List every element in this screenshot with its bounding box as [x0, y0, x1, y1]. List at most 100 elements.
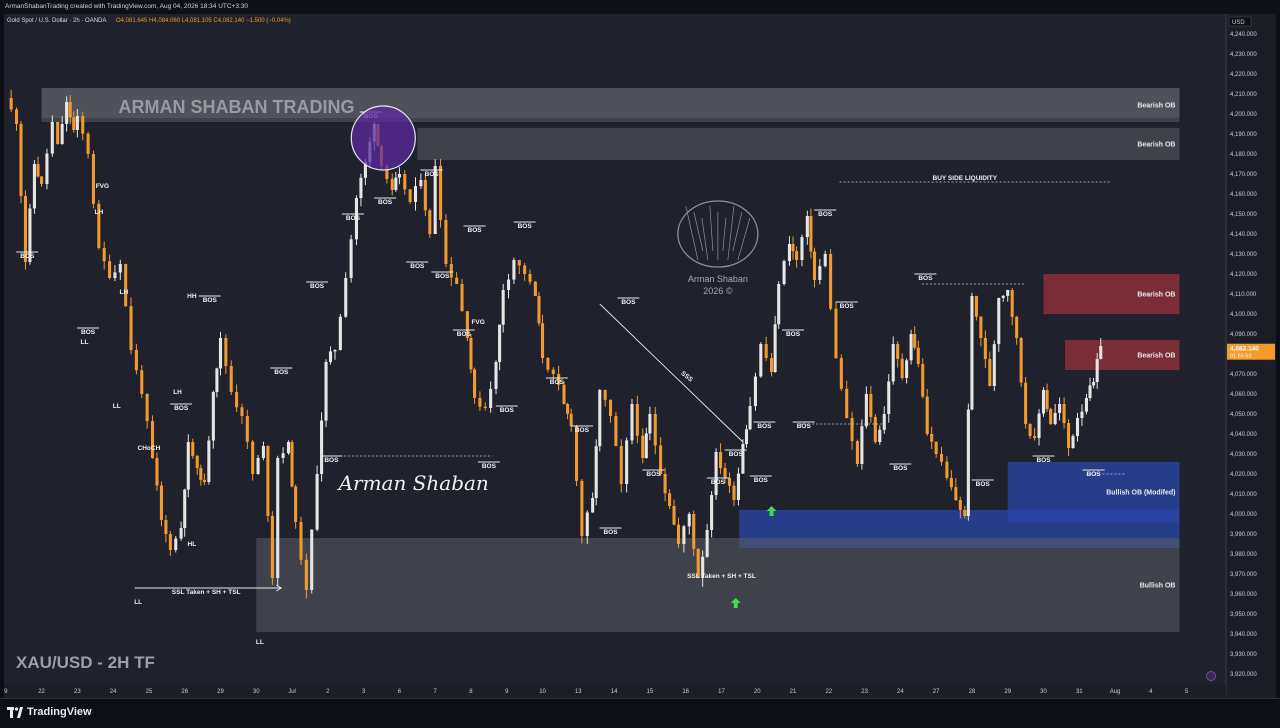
structure-label: LL	[256, 639, 264, 646]
chart-area[interactable]: Bearish OB Bearish OB Bearish OB Bearish OB…	[4, 14, 1276, 698]
price-tag-countdown: 01:55:53	[1230, 354, 1251, 360]
zone-label: Bearish OB	[1137, 103, 1175, 110]
candle-body	[286, 442, 291, 454]
candle-body	[608, 399, 613, 416]
x-tick-label: 24	[897, 689, 904, 695]
candle-body	[40, 176, 44, 184]
candle-body	[102, 248, 106, 262]
candle-body	[818, 266, 822, 280]
candle-body	[672, 506, 676, 525]
candle-body	[349, 239, 353, 278]
y-tick-label: 3,980.000	[1230, 552, 1257, 558]
bos-label: BOS	[786, 331, 801, 338]
candle-body	[191, 442, 195, 456]
bos-label: BOS	[729, 451, 744, 458]
candle-body	[498, 324, 502, 362]
candle-body	[118, 264, 122, 273]
candle-body	[199, 468, 203, 480]
candle-body	[174, 538, 178, 550]
candle-body	[1041, 390, 1046, 414]
y-tick-label: 4,220.000	[1230, 72, 1257, 78]
chart-header: ArmanShabanTrading created with TradingV…	[0, 0, 1280, 14]
alert-marker-icon[interactable]	[1206, 671, 1216, 681]
candle-body	[444, 219, 448, 264]
zone-label: Bullish OB (Modifed)	[1106, 490, 1175, 497]
zone-label: Bearish OB	[1137, 142, 1175, 149]
candle-body	[873, 416, 877, 442]
x-tick-label: 15	[647, 689, 654, 695]
candle-body	[1071, 436, 1075, 448]
x-tick-label: 24	[110, 689, 117, 695]
candle-body	[403, 174, 407, 190]
y-tick-label: 4,000.000	[1230, 512, 1257, 518]
bos-label: BOS	[918, 275, 933, 282]
bos-label: BOS	[621, 299, 636, 306]
candle-body	[215, 368, 219, 392]
candle-body	[523, 265, 527, 274]
candle-body	[719, 452, 723, 469]
currency-label[interactable]: USD	[1232, 20, 1245, 26]
candle-body	[294, 486, 298, 522]
candle-body	[939, 454, 944, 462]
y-tick-label: 3,950.000	[1230, 612, 1257, 618]
candle-body	[882, 414, 886, 430]
candle-body	[501, 290, 505, 325]
candle-body	[19, 124, 23, 197]
x-tick-label: 13	[575, 689, 582, 695]
candle-body	[528, 274, 532, 282]
structure-label: SSL Taken + SH + TSL	[687, 573, 756, 580]
candle-body	[1037, 413, 1041, 438]
bos-label: BOS	[203, 297, 218, 304]
candle-body	[266, 446, 270, 516]
candle-body	[1062, 404, 1066, 424]
price-chart[interactable]: Bearish OB Bearish OB Bearish OB Bearish OB…	[4, 14, 1276, 698]
candle-body	[473, 369, 477, 398]
candle-body	[864, 394, 868, 427]
candle-body	[299, 522, 303, 560]
candle-body	[546, 358, 550, 370]
candle-body	[921, 364, 925, 397]
candle-body	[800, 237, 804, 260]
candle-body	[428, 210, 432, 234]
y-tick-label: 3,970.000	[1230, 572, 1257, 578]
candle-body	[251, 441, 255, 474]
x-tick-label: 20	[754, 689, 761, 695]
candle-body	[397, 174, 401, 178]
candle-body	[653, 414, 657, 446]
candle-body	[81, 116, 85, 134]
candle-body	[150, 421, 155, 458]
candle-body	[896, 344, 900, 359]
x-tick-label: 27	[933, 689, 940, 695]
candle-body	[1080, 411, 1084, 418]
candle-body	[229, 366, 233, 392]
zone-label: Bearish OB	[1137, 292, 1175, 299]
y-tick-label: 4,170.000	[1230, 172, 1257, 178]
candle-body	[36, 164, 40, 177]
candle-body	[925, 396, 929, 434]
candle-body	[145, 394, 149, 422]
candle-body	[954, 487, 958, 500]
candle-body	[14, 109, 19, 124]
candle-body	[333, 350, 337, 352]
y-tick-label: 4,060.000	[1230, 392, 1257, 398]
tradingview-logo-icon	[7, 707, 23, 718]
zone-label: Bullish OB	[1140, 583, 1176, 590]
price-tag-value: 4,082.140	[1230, 346, 1259, 353]
candle-body	[68, 102, 72, 118]
candle-body	[408, 189, 412, 202]
candle-body	[705, 530, 709, 557]
candle-body	[413, 186, 418, 202]
y-tick-label: 4,110.000	[1230, 292, 1257, 298]
candle-body	[687, 514, 691, 527]
candle-body	[1033, 435, 1037, 438]
bos-label: BOS	[457, 331, 472, 338]
y-tick-label: 3,960.000	[1230, 592, 1257, 598]
candle-body	[449, 264, 453, 278]
bos-label: BOS	[711, 479, 726, 486]
bos-label: BOS	[757, 423, 772, 430]
candle-body	[460, 284, 464, 312]
signature: Arman Shaban	[337, 471, 489, 495]
y-tick-label: 4,200.000	[1230, 112, 1257, 118]
candle-body	[45, 153, 49, 184]
candle-body	[261, 446, 265, 459]
